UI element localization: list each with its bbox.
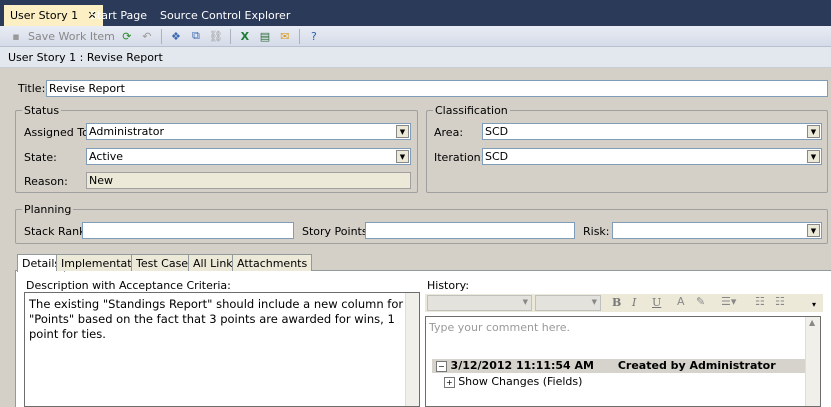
- toolbar: ▪ Save Work Item ⟳ ↶ ❖ ⧉ ⛓ X ▤ ✉ ?: [0, 26, 831, 47]
- iteration-select[interactable]: SCD ▼: [482, 148, 822, 165]
- highlight-icon[interactable]: ✎: [696, 295, 705, 308]
- tab-source-control-explorer[interactable]: Source Control Explorer: [154, 5, 296, 26]
- tab-label: User Story 1: [10, 9, 79, 22]
- collapse-icon[interactable]: −: [436, 361, 447, 372]
- excel-icon[interactable]: X: [237, 28, 253, 44]
- link-icon[interactable]: ⛓: [208, 28, 224, 44]
- scrollbar[interactable]: ▲: [805, 317, 820, 406]
- description-textarea[interactable]: The existing "Standings Report" should i…: [24, 292, 420, 407]
- scrollbar[interactable]: [405, 293, 419, 406]
- description-text: The existing "Standings Report" should i…: [29, 297, 404, 341]
- planning-group-label: Planning: [22, 203, 74, 216]
- overflow-icon[interactable]: ▾: [812, 300, 816, 309]
- bullet-list-icon[interactable]: ☷: [755, 295, 765, 308]
- classification-group-label: Classification: [433, 104, 510, 117]
- reason-label: Reason:: [24, 175, 68, 188]
- area-select[interactable]: SCD ▼: [482, 123, 822, 140]
- font-color-icon[interactable]: A: [677, 295, 685, 308]
- document-tab-bar: User Story 1 ✕ Start Page Source Control…: [0, 0, 831, 26]
- outlook-icon[interactable]: ✉: [277, 28, 293, 44]
- iteration-label: Iteration:: [434, 151, 485, 164]
- expand-icon[interactable]: +: [444, 377, 455, 388]
- story-points-input[interactable]: [365, 222, 575, 239]
- history-label: History:: [427, 279, 470, 292]
- work-item-header: User Story 1 : Revise Report: [0, 47, 831, 68]
- bold-icon[interactable]: B: [612, 296, 621, 309]
- separator: [160, 28, 162, 44]
- refresh-icon[interactable]: ⟳: [119, 28, 135, 44]
- undo-icon[interactable]: ↶: [139, 28, 155, 44]
- show-changes-label: Show Changes (Fields): [458, 375, 583, 388]
- history-entry-header: − 3/12/2012 11:11:54 AM Created by Admin…: [432, 359, 805, 373]
- chevron-down-icon[interactable]: ▼: [807, 125, 820, 138]
- underline-icon[interactable]: U: [652, 296, 661, 309]
- project-icon[interactable]: ▤: [257, 28, 273, 44]
- status-group-label: Status: [22, 104, 62, 117]
- chevron-down-icon: ▼: [591, 298, 597, 306]
- align-icon[interactable]: ☰▾: [721, 295, 736, 308]
- chevron-down-icon[interactable]: ▼: [807, 150, 820, 163]
- comment-input[interactable]: Type your comment here.: [429, 321, 570, 334]
- area-value: SCD: [485, 125, 509, 138]
- copy-work-item-icon[interactable]: ⧉: [188, 28, 204, 44]
- state-value: Active: [89, 150, 124, 163]
- formatting-toolbar: ▼ ▼ B I U A ✎ ☰▾ ☷ ☷ ▾: [425, 294, 823, 312]
- stack-rank-input[interactable]: [82, 222, 294, 239]
- state-select[interactable]: Active ▼: [86, 148, 411, 165]
- tab-start-page[interactable]: Start Page: [84, 5, 153, 26]
- stack-rank-label: Stack Rank:: [24, 225, 90, 238]
- chevron-down-icon[interactable]: ▼: [396, 125, 409, 138]
- scroll-up-icon[interactable]: ▲: [809, 318, 815, 327]
- title-input[interactable]: Revise Report: [46, 80, 828, 97]
- area-label: Area:: [434, 126, 464, 139]
- chevron-down-icon[interactable]: ▼: [807, 224, 820, 237]
- description-label: Description with Acceptance Criteria:: [26, 279, 231, 292]
- reason-field: New: [86, 172, 411, 189]
- tab-attachments[interactable]: Attachments: [232, 254, 313, 271]
- chevron-down-icon[interactable]: ▼: [396, 150, 409, 163]
- save-icon: ▪: [12, 29, 20, 43]
- font-size-select[interactable]: ▼: [535, 295, 601, 311]
- assigned-to-value: Administrator: [89, 125, 164, 138]
- risk-select[interactable]: ▼: [612, 222, 822, 239]
- assigned-to-label: Assigned To:: [24, 126, 93, 139]
- chevron-down-icon: ▼: [522, 298, 528, 306]
- separator: [229, 28, 231, 44]
- iteration-value: SCD: [485, 150, 509, 163]
- separator: [298, 28, 300, 44]
- history-timestamp: 3/12/2012 11:11:54 AM: [450, 359, 594, 372]
- show-changes-item[interactable]: + Show Changes (Fields): [444, 375, 582, 388]
- font-select[interactable]: ▼: [427, 295, 532, 311]
- state-label: State:: [24, 151, 57, 164]
- numbered-list-icon[interactable]: ☷: [775, 295, 785, 308]
- save-work-item-button[interactable]: Save Work Item: [28, 30, 115, 43]
- help-icon[interactable]: ?: [306, 28, 322, 44]
- assigned-to-select[interactable]: Administrator ▼: [86, 123, 411, 140]
- risk-label: Risk:: [583, 225, 610, 238]
- history-box: Type your comment here. − 3/12/2012 11:1…: [425, 316, 821, 407]
- story-points-label: Story Points:: [302, 225, 372, 238]
- italic-icon[interactable]: I: [632, 296, 636, 309]
- new-linked-work-item-icon[interactable]: ❖: [168, 28, 184, 44]
- history-created-by: Created by Administrator: [617, 359, 776, 372]
- title-label: Title:: [18, 82, 46, 95]
